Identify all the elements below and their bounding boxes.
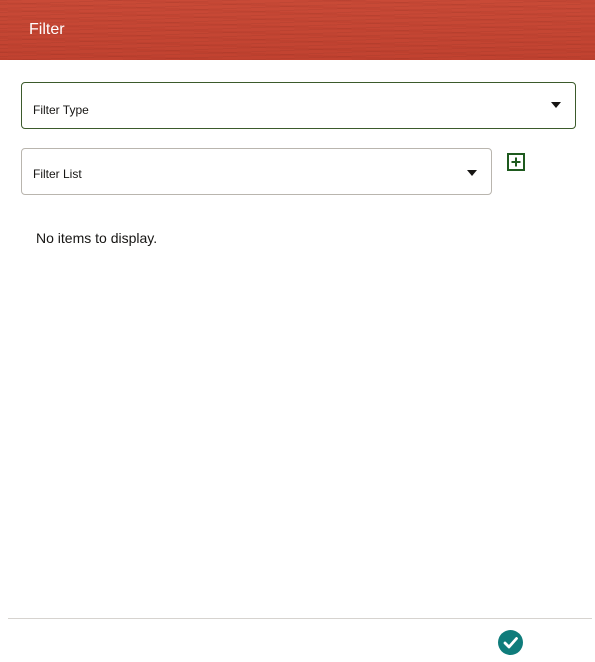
chevron-down-icon[interactable] <box>551 102 561 108</box>
chevron-down-icon[interactable] <box>467 170 477 176</box>
header-bar: Filter <box>0 0 595 60</box>
confirm-button[interactable] <box>498 630 523 655</box>
add-filter-button[interactable] <box>507 153 525 171</box>
page-title: Filter <box>29 21 65 38</box>
filter-list-label: Filter List <box>33 167 82 181</box>
checkmark-icon <box>503 637 518 649</box>
filter-type-label: Filter Type <box>33 103 89 117</box>
plus-icon <box>511 157 521 167</box>
filter-list-select[interactable]: Filter List <box>21 148 492 195</box>
empty-message: No items to display. <box>36 230 158 246</box>
footer-divider <box>8 618 592 619</box>
filter-type-select[interactable]: Filter Type <box>21 82 576 129</box>
